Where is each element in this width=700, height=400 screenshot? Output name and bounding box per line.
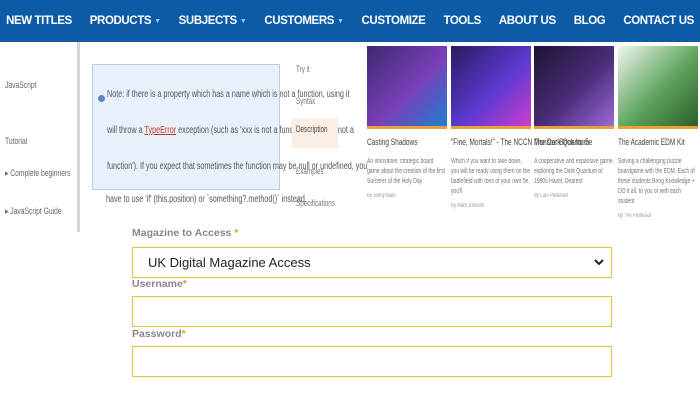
product-description: A cooperative and expansive game explori… xyxy=(534,158,613,185)
magazine-select[interactable]: UK Digital Magazine Access xyxy=(132,247,612,278)
accent-bar xyxy=(534,126,614,129)
product-author: By Lars Pedersen xyxy=(534,193,569,199)
sidebar-link[interactable]: JavaScript xyxy=(5,80,37,90)
nav-item-customize[interactable]: CUSTOMIZE xyxy=(362,15,426,27)
product-cover-image[interactable] xyxy=(451,46,531,126)
tab-examples[interactable]: Examples xyxy=(292,160,338,190)
tab-specifications[interactable]: Specifications xyxy=(292,192,338,222)
product-author: By Jenny Bailo xyxy=(367,193,396,199)
tab-description[interactable]: Description xyxy=(292,118,338,148)
username-input[interactable] xyxy=(132,296,612,327)
product-card[interactable]: The Dark Quantum A cooperative and expans… xyxy=(534,46,614,199)
nav-item-blog[interactable]: BLOG xyxy=(574,15,606,27)
product-card[interactable]: The Academic EDM Kit Solving a challengin… xyxy=(618,46,698,219)
product-card[interactable]: Casting Shadows An innovative, strategic … xyxy=(367,46,447,199)
tab-try-it[interactable]: Try it xyxy=(292,58,338,88)
product-description: Solving a challenging puzzle boardgame w… xyxy=(618,158,695,205)
info-icon xyxy=(98,95,105,102)
sidebar-link[interactable]: ▸ JavaScript Guide xyxy=(5,206,62,217)
magazine-label: Magazine to Access * xyxy=(132,227,239,239)
nav-item-subjects[interactable]: SUBJECTS ▼ xyxy=(179,15,247,27)
product-card[interactable]: "Fine, Mortals!" - The NCCN Monster Book… xyxy=(451,46,592,209)
nav-item-customers[interactable]: CUSTOMERS ▼ xyxy=(264,15,344,27)
product-author: By Mark Johnson xyxy=(451,203,485,209)
accent-bar xyxy=(618,126,698,129)
nav-item-tools[interactable]: TOOLS xyxy=(443,15,481,27)
sidebar-link[interactable]: ▸ Complete beginners xyxy=(5,168,71,179)
nav-item-contact-us[interactable]: CONTACT US xyxy=(623,15,694,27)
nav-item-products[interactable]: PRODUCTS ▼ xyxy=(90,15,161,27)
accent-bar xyxy=(367,126,447,129)
product-cover-image[interactable] xyxy=(367,46,447,126)
product-cover-image[interactable] xyxy=(534,46,614,126)
product-title[interactable]: The Academic EDM Kit xyxy=(618,137,685,147)
magazine-select-value: UK Digital Magazine Access xyxy=(148,255,311,270)
main-nav: NEW TITLES PRODUCTS ▼ SUBJECTS ▼ CUSTOMERS ▼ CU… xyxy=(0,0,700,42)
chevron-down-icon xyxy=(594,259,604,266)
info-notice: Note: if there is a property which has a… xyxy=(92,64,367,190)
product-title[interactable]: "Fine, Mortals!" - The NCCN Monster Book… xyxy=(451,137,592,147)
accent-bar xyxy=(451,126,531,129)
chevron-down-icon: ▼ xyxy=(239,17,247,25)
password-label: Password* xyxy=(132,328,186,340)
product-title[interactable]: The Dark Quantum xyxy=(534,137,592,147)
product-description: An innovative, strategic board game abou… xyxy=(367,158,445,185)
product-title[interactable]: Casting Shadows xyxy=(367,137,425,147)
username-label: Username* xyxy=(132,278,187,290)
nav-item-about-us[interactable]: ABOUT US xyxy=(499,15,556,27)
left-sidebar: JavaScript Tutorial ▸ Complete beginners… xyxy=(0,42,80,232)
password-input[interactable] xyxy=(132,346,612,377)
product-description: Which if you want to take down, you will… xyxy=(451,158,531,195)
chevron-down-icon: ▼ xyxy=(337,17,344,25)
chevron-down-icon: ▼ xyxy=(154,17,161,25)
typeerror-link[interactable]: TypeError xyxy=(144,125,176,136)
tab-syntax[interactable]: Syntax xyxy=(292,90,338,120)
notice-line: have to use 'if' (this.position) or `som… xyxy=(106,194,307,205)
product-author: By The Professor xyxy=(618,213,652,219)
sidebar-link[interactable]: Tutorial xyxy=(5,136,27,146)
product-cover-image[interactable] xyxy=(618,46,698,126)
nav-item-new-titles[interactable]: NEW TITLES xyxy=(6,15,72,27)
